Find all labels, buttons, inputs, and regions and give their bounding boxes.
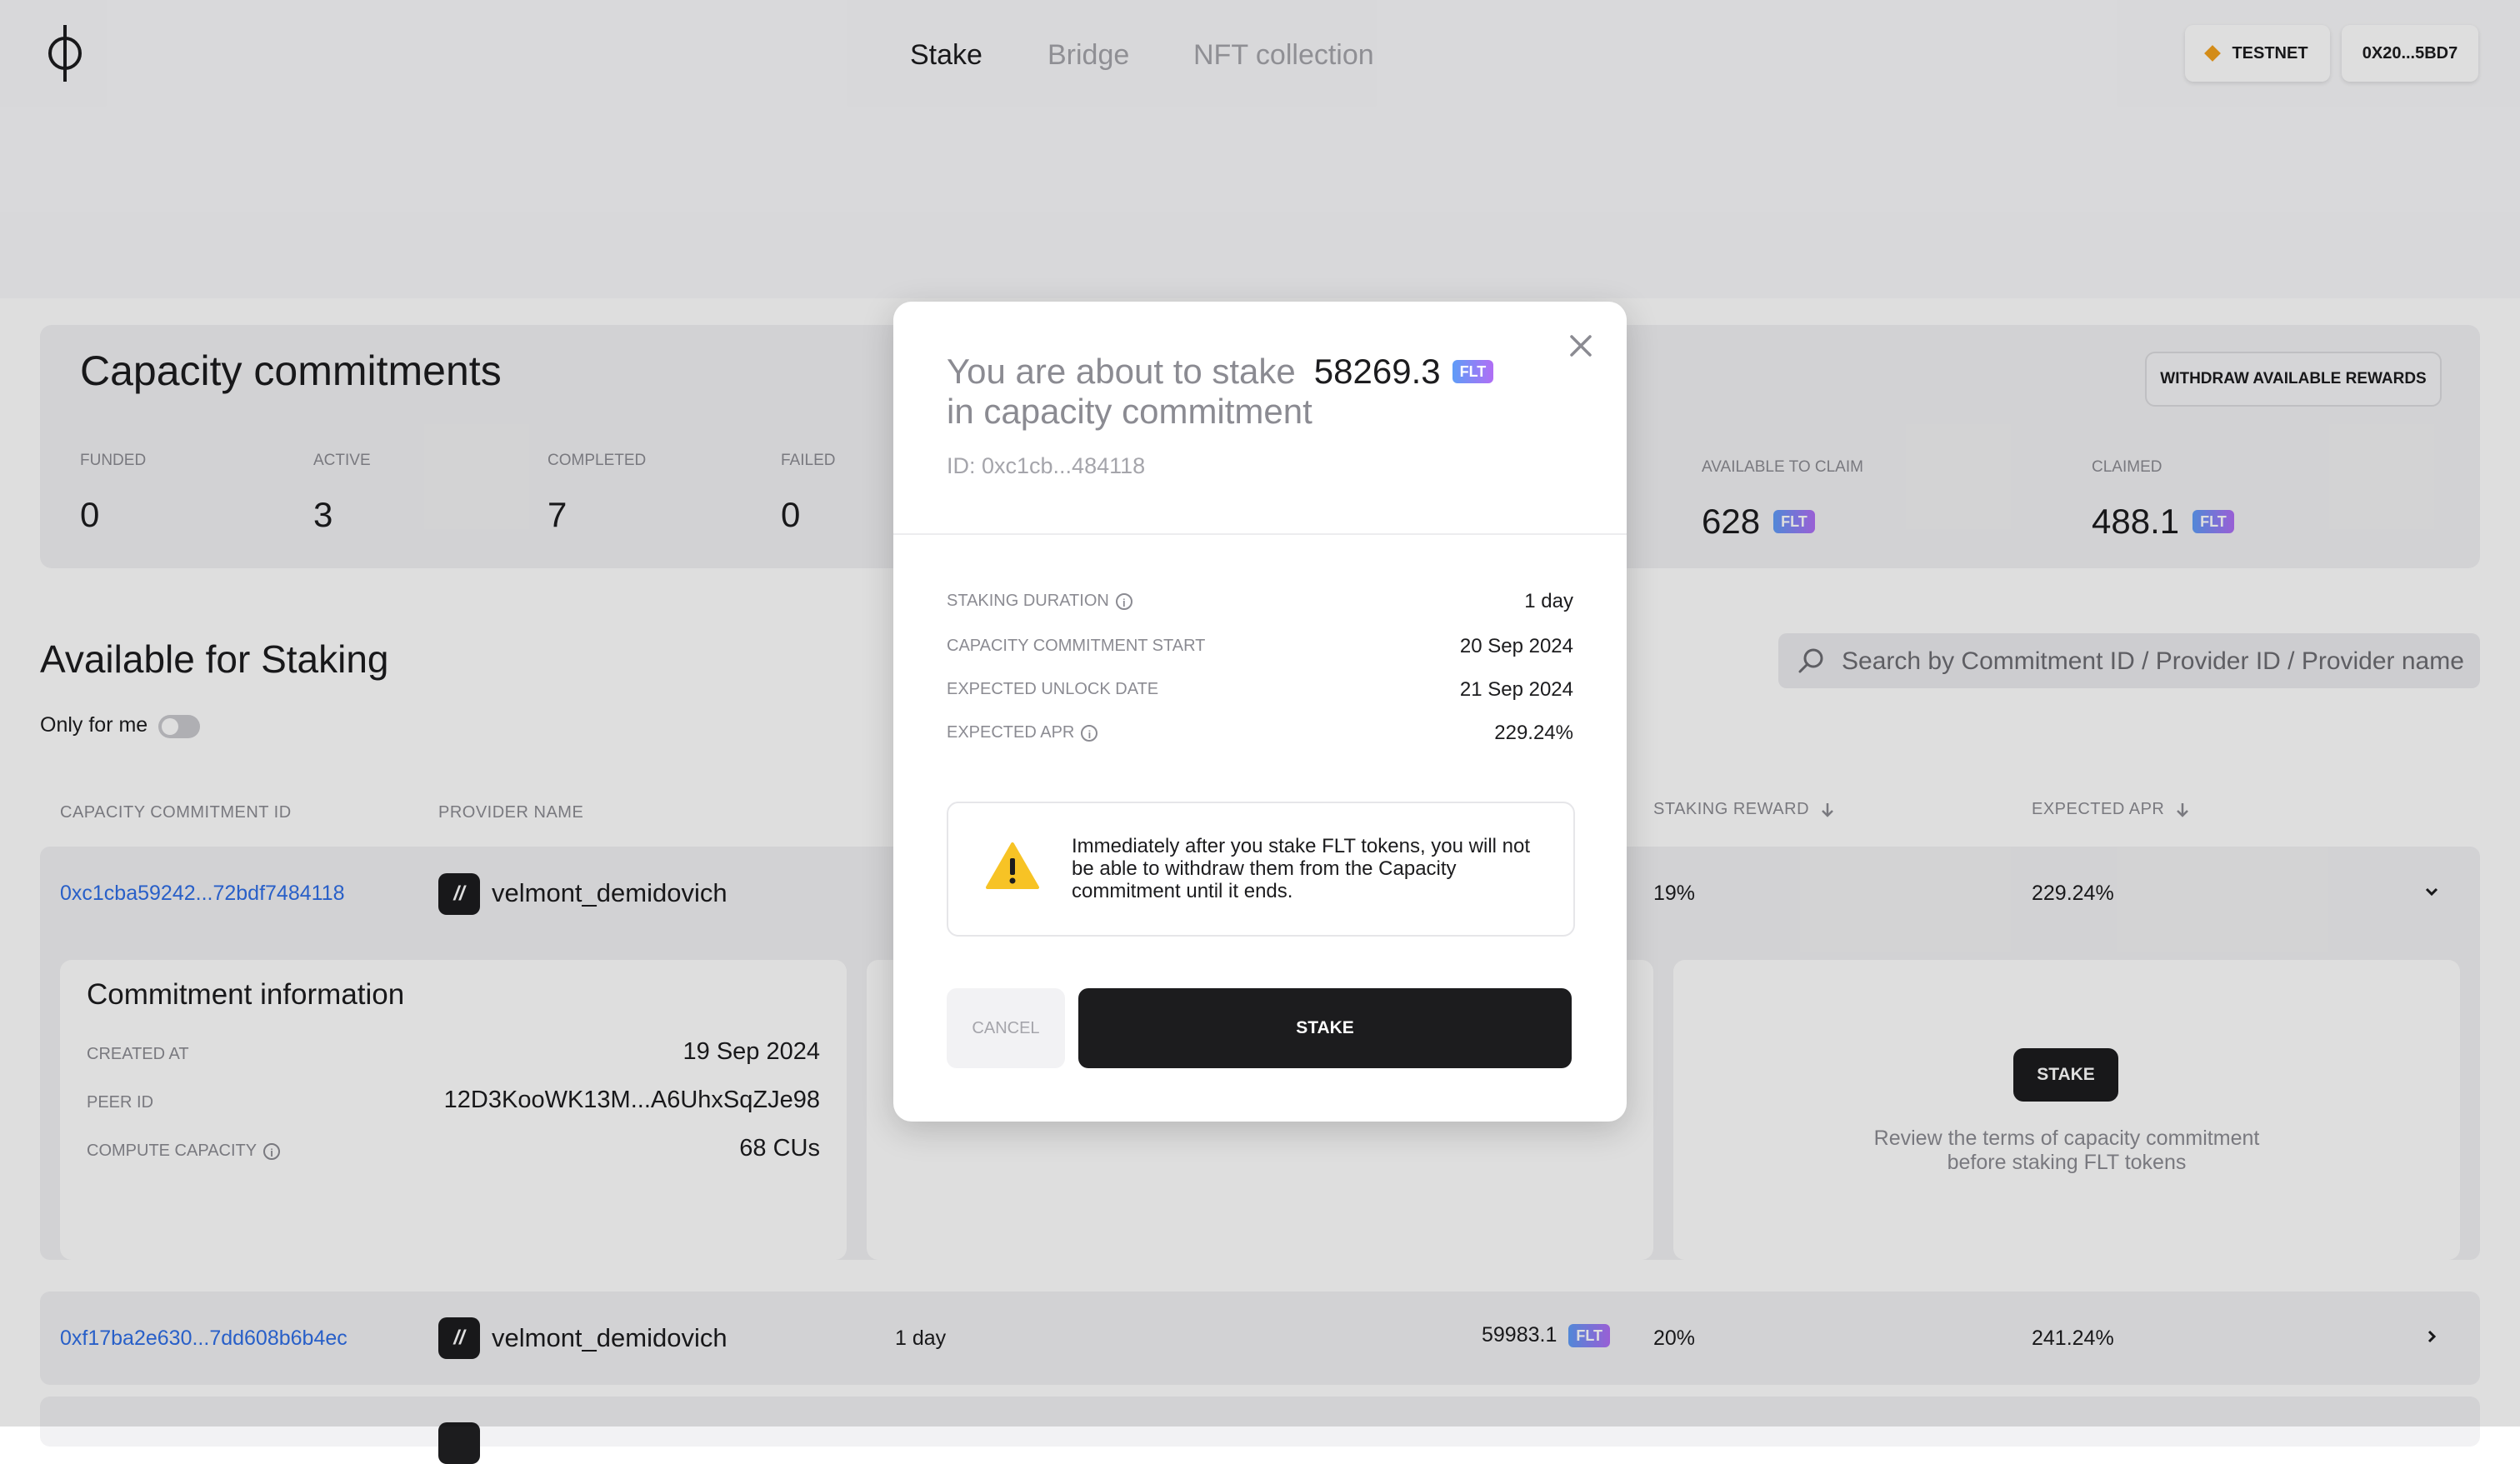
info-icon[interactable]: i [1081,724,1098,742]
modal-title-line1: You are about to stake 58269.3 FLT [947,352,1494,392]
modal-title-suffix: in capacity commitment [947,392,1312,431]
unlock-date-value: 21 Sep 2024 [1459,678,1573,701]
close-icon[interactable] [1568,333,1593,358]
modal-commitment-id: ID: 0xc1cb...484118 [947,453,1146,478]
flt-badge: FLT [1452,360,1494,383]
commitment-start-label: CAPACITY COMMITMENT START [947,637,1206,655]
modal-stake-amount: 58269.3 [1313,352,1441,391]
confirm-stake-button[interactable]: STAKE [1078,988,1572,1068]
warning-icon [986,842,1039,889]
cancel-button[interactable]: CANCEL [947,988,1065,1068]
expected-apr-row: EXPECTED APR i [947,723,1098,742]
provider-logo-icon [438,1422,480,1464]
expected-apr-value: 229.24% [1494,722,1573,744]
warning-box: Immediately after you stake FLT tokens, … [947,802,1575,937]
stake-confirmation-modal: You are about to stake 58269.3 FLT in ca… [893,302,1627,1122]
modal-divider [893,533,1627,535]
unlock-date-row: EXPECTED UNLOCK DATE [947,680,1158,699]
info-icon[interactable]: i [1115,592,1132,610]
staking-duration-label: STAKING DURATION [947,592,1109,610]
expected-apr-label: EXPECTED APR [947,723,1075,742]
unlock-date-label: EXPECTED UNLOCK DATE [947,680,1159,698]
staking-duration-row: STAKING DURATION i [947,592,1132,611]
modal-title-prefix: You are about to stake [947,352,1296,391]
warning-text: Immediately after you stake FLT tokens, … [1072,835,1531,902]
staking-duration-value: 1 day [1524,590,1573,612]
commitment-start-row: CAPACITY COMMITMENT START [947,637,1205,656]
commitment-start-value: 20 Sep 2024 [1459,635,1573,657]
